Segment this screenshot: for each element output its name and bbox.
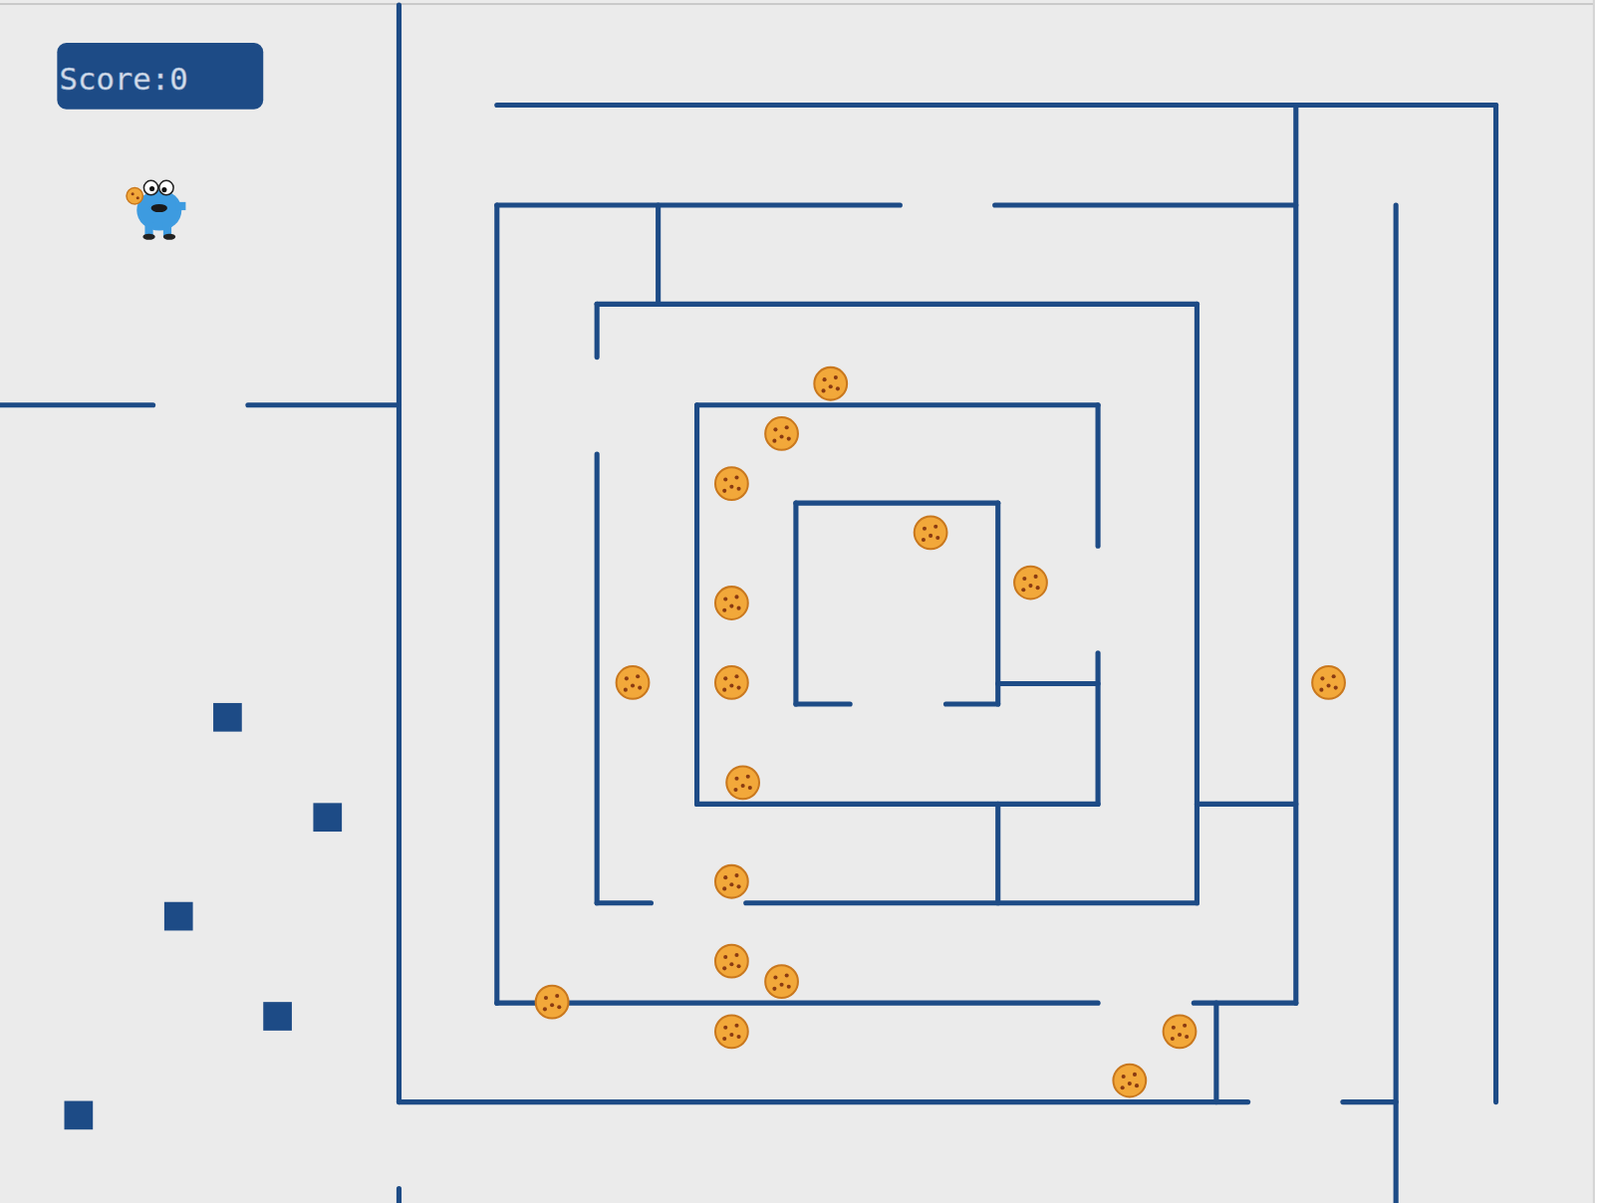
maze-wall [398, 1099, 1248, 1105]
cookie-icon [715, 586, 749, 620]
obstacle-block [164, 902, 194, 932]
obstacle-block [263, 1002, 292, 1032]
maze-wall [497, 202, 901, 208]
cookie-icon [914, 516, 948, 549]
maze-wall [1095, 653, 1101, 805]
maze-wall [995, 803, 1001, 903]
maze-wall [796, 501, 999, 507]
cookie-icon [1312, 666, 1345, 700]
cookie-icon [715, 865, 749, 899]
cookie-monster-icon [126, 180, 186, 240]
cookie-icon [726, 766, 760, 800]
maze-wall [594, 303, 600, 357]
maze-wall [1493, 105, 1499, 1103]
maze-wall [594, 454, 600, 904]
top-edge [0, 2, 1595, 5]
cookie-icon [715, 666, 749, 700]
maze-wall [1293, 105, 1299, 1005]
maze-wall [1196, 801, 1296, 807]
cookie-icon [765, 965, 799, 999]
maze-wall [1342, 1099, 1396, 1105]
obstacle-block [312, 802, 342, 832]
maze-wall [1193, 1001, 1296, 1007]
maze-wall [0, 402, 154, 408]
score-panel: Score:0 [56, 42, 264, 110]
cookie-icon [715, 1015, 749, 1049]
cookie-icon [715, 467, 749, 501]
maze-wall [796, 701, 850, 707]
maze-wall [793, 503, 799, 705]
cookie-icon [813, 367, 847, 401]
maze-wall [746, 900, 1198, 906]
maze-wall [1095, 405, 1101, 546]
maze-wall [596, 301, 1197, 307]
maze-wall [697, 801, 1099, 807]
obstacle-block [213, 703, 243, 733]
cookie-icon [616, 666, 650, 700]
maze-wall [494, 205, 500, 1004]
maze-wall [248, 402, 400, 408]
right-edge [1593, 0, 1596, 1203]
maze-wall [396, 4, 402, 1102]
maze-wall [697, 402, 1099, 408]
maze-wall [655, 205, 661, 304]
maze-wall [1213, 1003, 1219, 1102]
cookie-icon [1163, 1015, 1197, 1049]
maze-wall [497, 102, 1497, 108]
cookie-icon [1112, 1065, 1146, 1098]
maze-wall [1393, 205, 1399, 1203]
maze-wall [694, 405, 700, 805]
board-background [0, 0, 1595, 1203]
maze-wall [1194, 303, 1200, 903]
cookie-icon [765, 417, 799, 451]
maze-wall [396, 1189, 402, 1203]
maze-wall [995, 202, 1297, 208]
game-screen: Score:0 [0, 0, 1600, 1203]
maze-wall [995, 503, 1001, 705]
cookie-icon [715, 945, 749, 979]
obstacle-block [64, 1101, 94, 1131]
cookie-icon [535, 986, 569, 1020]
maze-wall [596, 900, 651, 906]
maze-wall [497, 1001, 1098, 1007]
score-label: Score:0 [58, 60, 188, 97]
maze-wall [998, 681, 1098, 687]
cookie-icon [1014, 566, 1048, 600]
maze-wall [945, 701, 998, 707]
maze-board: Score:0 [0, 0, 1600, 1203]
